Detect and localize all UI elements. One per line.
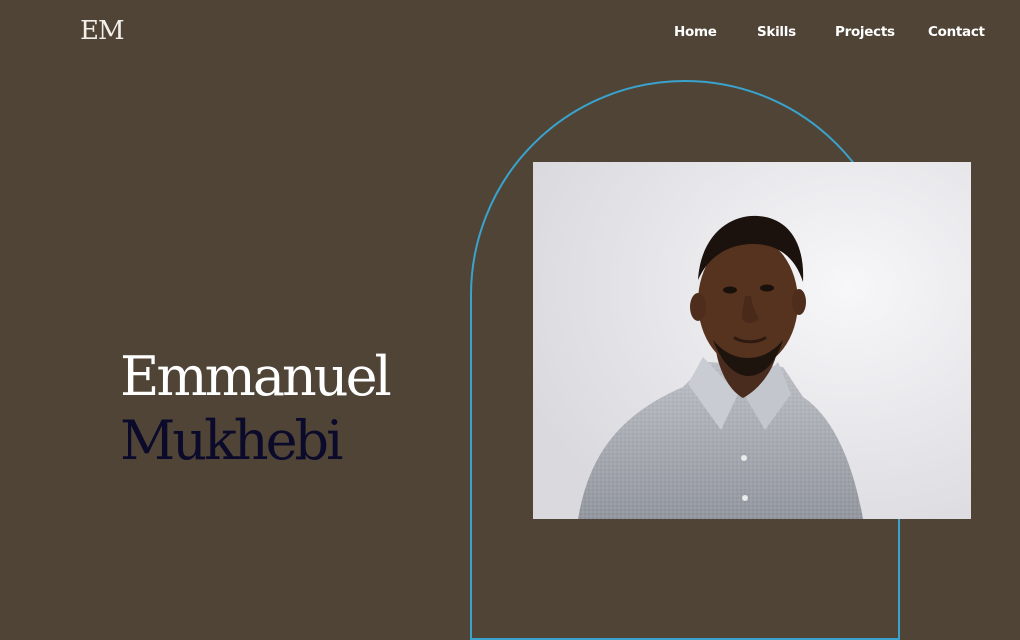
nav-link-skills[interactable]: Skills bbox=[757, 24, 796, 40]
nav-link-projects[interactable]: Projects bbox=[835, 24, 895, 40]
nav-link-home[interactable]: Home bbox=[674, 24, 717, 40]
hero-last-name: Mukhebi bbox=[120, 409, 343, 472]
person-portrait-icon bbox=[533, 162, 971, 519]
hero-first-name: Emmanuel bbox=[120, 345, 392, 408]
main-nav: Home Skills Projects Contact bbox=[0, 24, 1020, 44]
nav-link-contact[interactable]: Contact bbox=[928, 24, 985, 40]
profile-photo bbox=[533, 162, 971, 519]
